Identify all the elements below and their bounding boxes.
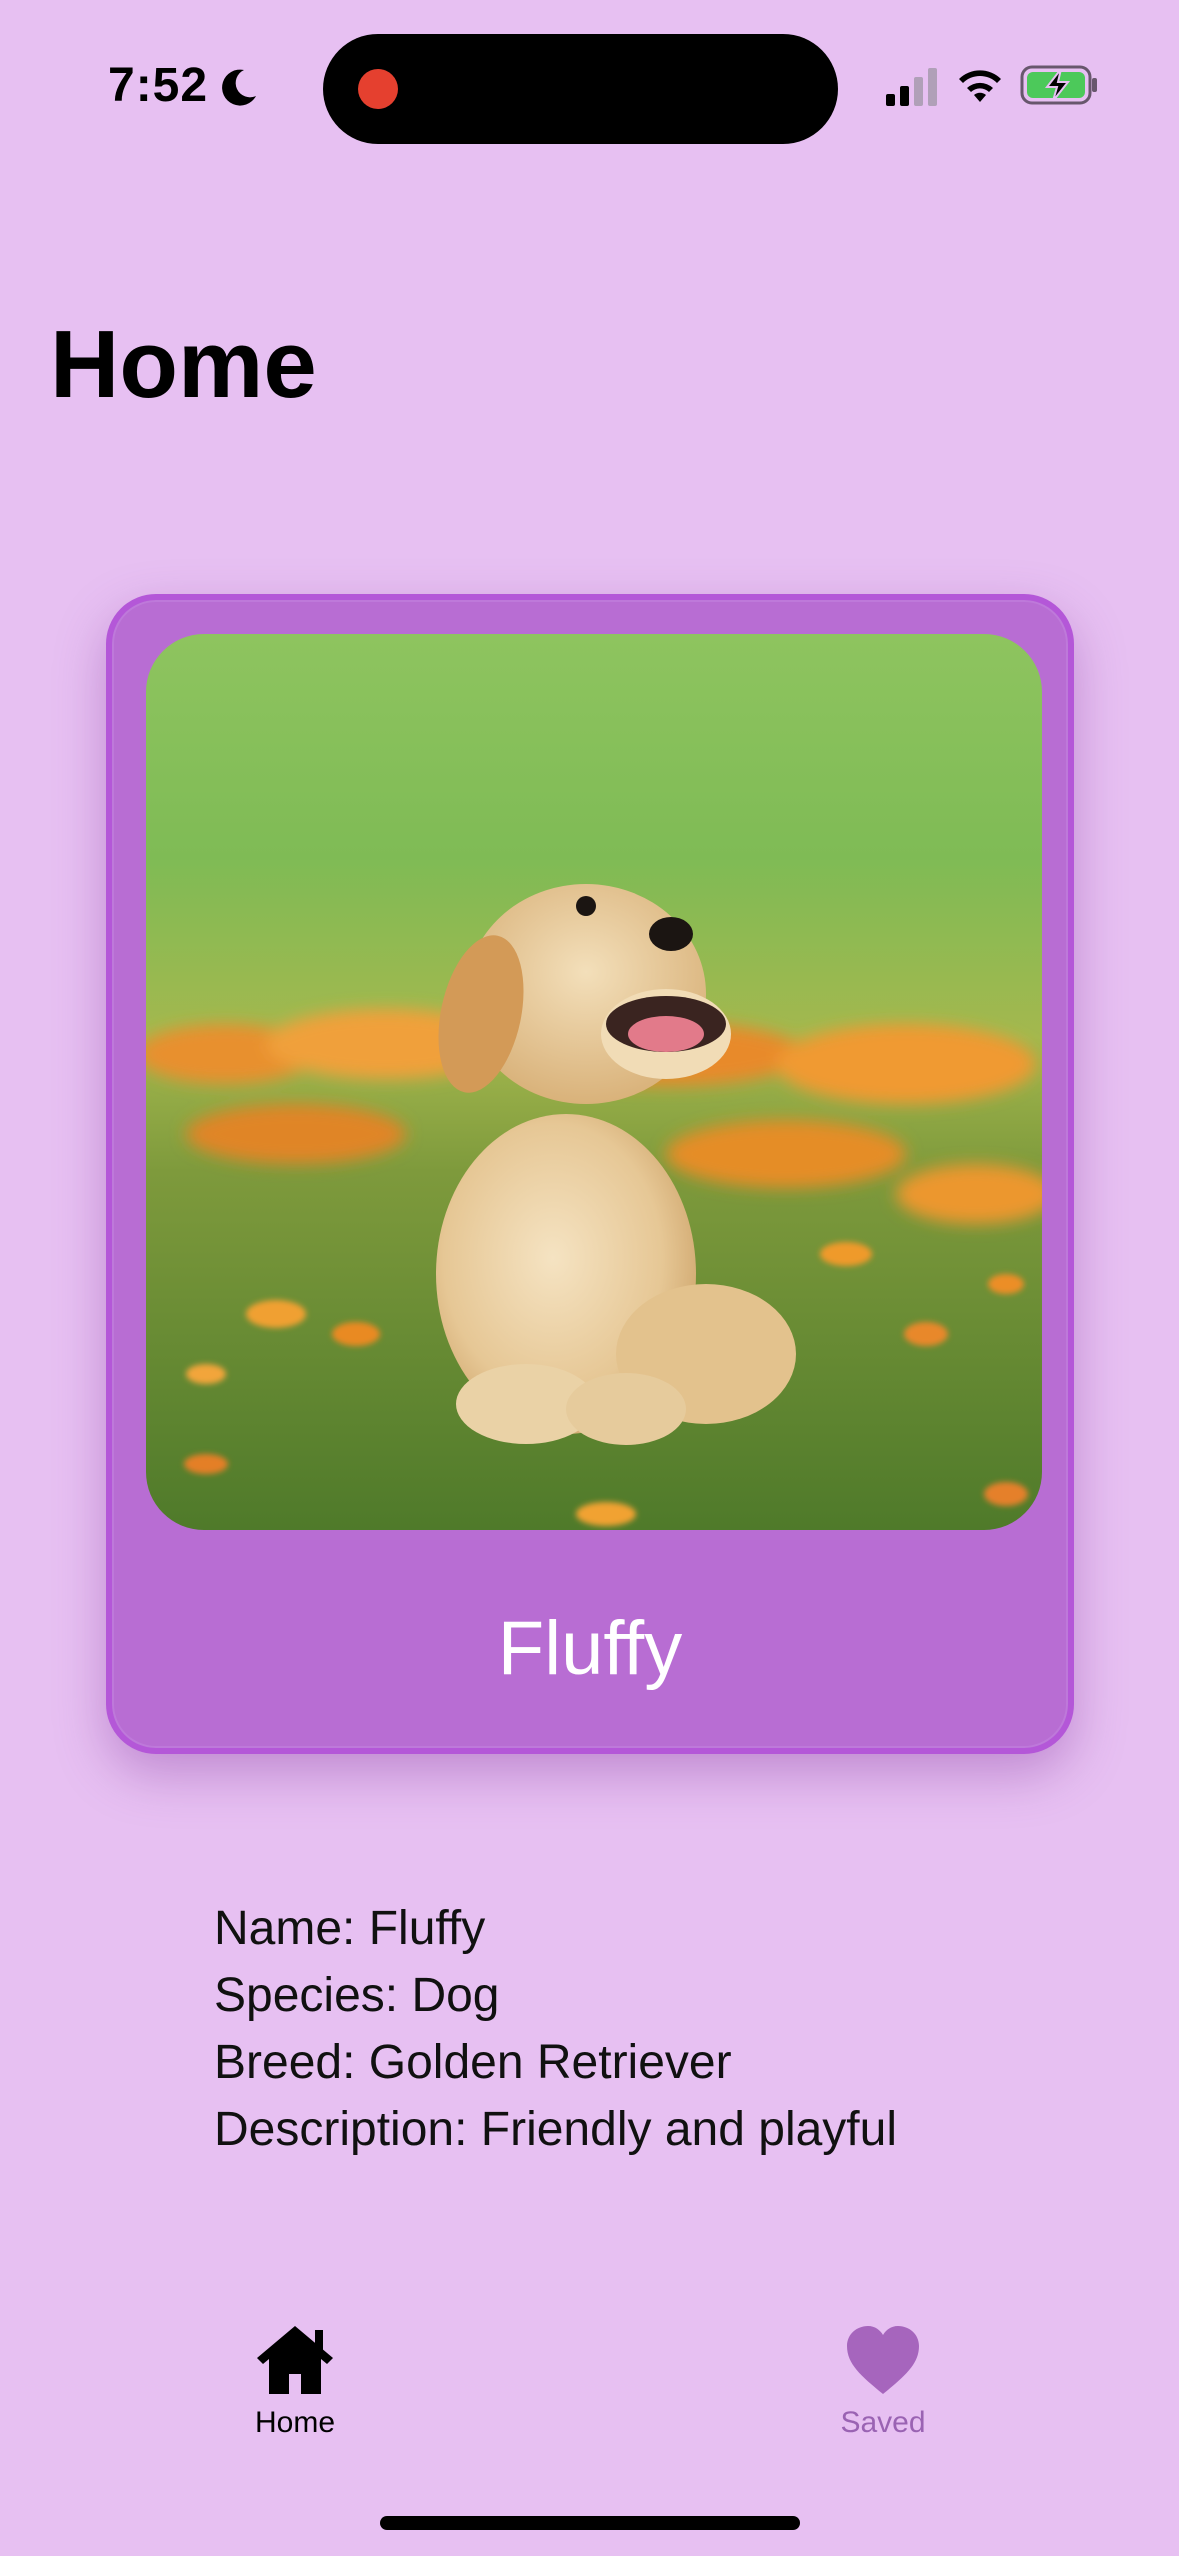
status-time: 7:52 [108,59,209,112]
detail-species: Species: Dog [214,1969,500,2022]
detail-description: Description: Friendly and playful [214,2103,897,2156]
detail-name: Name: Fluffy [214,1902,486,1955]
cellular-signal-icon [886,68,937,106]
dynamic-island [323,34,838,144]
pet-photo [146,634,1042,1530]
card-pet-name: Fluffy [497,1606,683,1691]
page-title: Home [50,311,317,418]
pet-card[interactable]: Fluffy [106,594,1074,1754]
recording-indicator [358,69,398,109]
wifi-icon [959,70,1001,102]
tab-home-label: Home [254,2406,336,2439]
moon-icon [222,69,256,106]
pet-details: Name: Fluffy Species: Dog Breed: Golden … [214,1895,897,2163]
heart-icon [847,2326,919,2394]
home-indicator[interactable] [380,2516,800,2530]
battery-charging-icon [1020,65,1097,105]
house-icon [257,2326,333,2394]
detail-breed: Breed: Golden Retriever [214,2036,732,2089]
tab-home[interactable]: Home [195,2310,395,2460]
status-bar: 7:52 [0,0,1179,170]
tab-saved[interactable]: Saved [783,2310,983,2460]
tab-saved-label: Saved [840,2406,926,2439]
tab-bar: Home Saved [0,2310,1179,2470]
